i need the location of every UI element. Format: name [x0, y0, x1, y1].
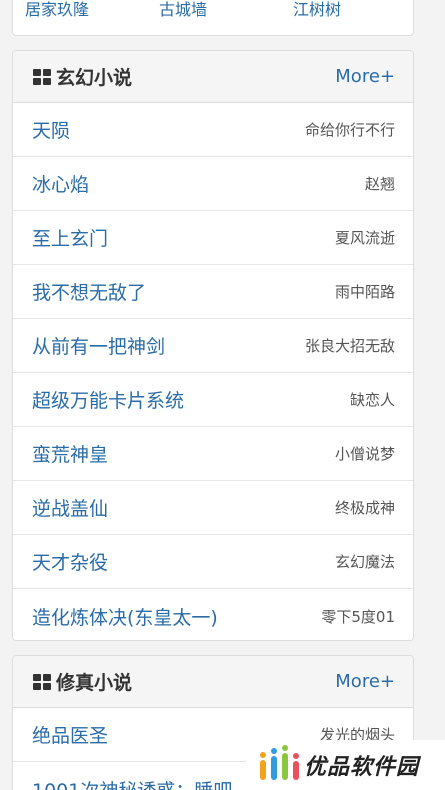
previous-author-strip: 居家玖隆 古城墙 江树树: [12, 0, 414, 36]
book-link[interactable]: 我不想无敌了: [32, 278, 146, 305]
watermark: 优品软件园: [246, 740, 445, 790]
list-item[interactable]: 天陨 命给你行不行: [13, 103, 413, 157]
book-link[interactable]: 造化炼体决(东皇太一): [32, 603, 218, 630]
list-item[interactable]: 造化炼体决(东皇太一) 零下5度01: [13, 589, 413, 640]
book-link[interactable]: 绝品医圣: [32, 721, 108, 748]
site-logo-icon: [260, 745, 299, 780]
author-link[interactable]: 江树树: [293, 0, 341, 20]
list-item[interactable]: 冰心焰 赵翘: [13, 157, 413, 211]
grid-icon: [33, 68, 51, 85]
author-name: 命给你行不行: [304, 121, 395, 139]
book-link[interactable]: 从前有一把神剑: [32, 332, 165, 359]
book-link[interactable]: 冰心焰: [32, 170, 89, 197]
book-link[interactable]: 超级万能卡片系统: [32, 386, 184, 413]
author-name: 赵翘: [364, 175, 395, 193]
grid-icon: [33, 673, 51, 690]
author-name: 夏风流逝: [334, 229, 395, 247]
list-item[interactable]: 超级万能卡片系统 缺恋人: [13, 373, 413, 427]
book-link[interactable]: 天才杂役: [32, 548, 108, 575]
list-item[interactable]: 蛮荒神皇 小僧说梦: [13, 427, 413, 481]
more-link[interactable]: More+: [335, 66, 395, 87]
author-name: 玄幻魔法: [334, 553, 395, 571]
watermark-text: 优品软件园: [304, 755, 420, 780]
author-name: 张良大招无敌: [304, 337, 395, 355]
author-name: 雨中陌路: [334, 283, 395, 301]
author-link[interactable]: 古城墙: [159, 0, 207, 20]
book-link[interactable]: 蛮荒神皇: [32, 440, 108, 467]
author-name: 缺恋人: [349, 391, 395, 409]
list-item[interactable]: 逆战盖仙 终极成神: [13, 481, 413, 535]
author-name: 小僧说梦: [334, 445, 395, 463]
section-title: 玄幻小说: [56, 67, 133, 89]
book-link[interactable]: 至上玄门: [32, 224, 108, 251]
panel-title: 玄幻小说: [33, 63, 132, 90]
book-link[interactable]: 逆战盖仙: [32, 494, 108, 521]
panel-title: 修真小说: [33, 668, 132, 695]
book-link[interactable]: 1001次神秘诱惑：睡吧: [32, 776, 232, 790]
panel-header: 修真小说 More+: [13, 656, 413, 708]
section-title: 修真小说: [56, 672, 133, 694]
book-link[interactable]: 天陨: [32, 116, 70, 143]
xuanhuan-novel-panel: 玄幻小说 More+ 天陨 命给你行不行 冰心焰 赵翘 至上玄门 夏风流逝 我不想无敌…: [12, 50, 414, 641]
panel-header: 玄幻小说 More+: [13, 51, 413, 103]
list-item[interactable]: 至上玄门 夏风流逝: [13, 211, 413, 265]
list-item[interactable]: 从前有一把神剑 张良大招无敌: [13, 319, 413, 373]
author-name: 终极成神: [334, 499, 395, 517]
list-item[interactable]: 天才杂役 玄幻魔法: [13, 535, 413, 589]
more-link[interactable]: More+: [335, 671, 395, 692]
author-link[interactable]: 居家玖隆: [25, 0, 89, 20]
author-name: 零下5度01: [321, 607, 395, 626]
list-item[interactable]: 我不想无敌了 雨中陌路: [13, 265, 413, 319]
